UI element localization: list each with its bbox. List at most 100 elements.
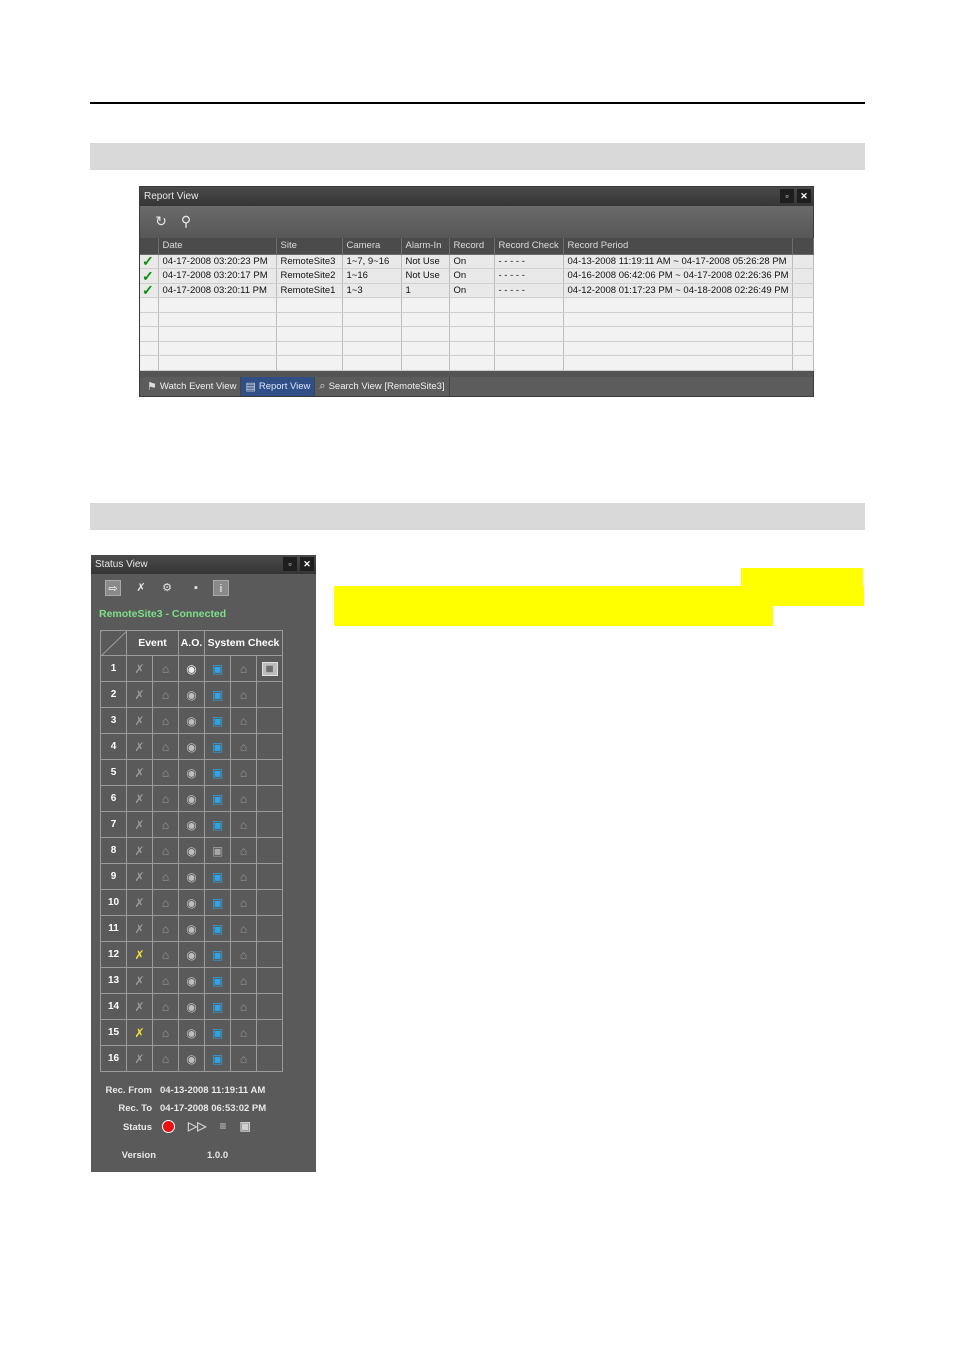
cell-record-period: 04-16-2008 06:42:06 PM ~ 04-17-2008 02:2… [563, 268, 793, 284]
motion-icon: ✗ [134, 713, 145, 728]
speaker-icon: ◉ [186, 1051, 197, 1066]
speaker-icon: ◉ [186, 895, 197, 910]
alarm-bell-icon: ⌂ [161, 817, 170, 832]
alarm-bell-icon: ⌂ [239, 1025, 248, 1040]
pin-icon[interactable]: ▫ [780, 189, 794, 203]
column-header-date[interactable]: Date [158, 238, 277, 255]
alarm-cell: ⌂ [152, 1019, 179, 1046]
trash-icon[interactable]: ▪ [188, 580, 204, 596]
table-row[interactable]: ✓ 04-17-2008 03:20:17 PM RemoteSite2 1~1… [140, 268, 814, 284]
alarm-bell-icon: ⌂ [161, 739, 170, 754]
section-bar-status [90, 503, 865, 530]
version-label: Version [121, 1150, 156, 1161]
column-header-record-check[interactable]: Record Check [494, 238, 564, 255]
ao-cell: ◉ [178, 707, 205, 734]
motion-cell: ✗ [126, 915, 153, 942]
grid-icon: ▦ [261, 661, 278, 676]
alarm-cell: ⌂ [152, 889, 179, 916]
motion-cell: ✗ [126, 785, 153, 812]
system-alarm-cell: ⌂ [230, 811, 257, 838]
status-view-window: Status View ▫ ✕ ⇨ ✗ ⚙ ▪ i RemoteSite3 - … [91, 555, 316, 1172]
report-view-titlebar: Report View ▫ ✕ [140, 187, 813, 206]
camera-icon: ▣ [211, 999, 224, 1014]
extra-cell [256, 993, 283, 1020]
extra-cell [256, 759, 283, 786]
tab-label: Search View [RemoteSite3] [328, 381, 445, 392]
status-toolbar: ⇨ ✗ ⚙ ▪ i [91, 574, 316, 604]
column-header-site[interactable]: Site [276, 238, 343, 255]
close-icon[interactable]: ✕ [300, 557, 314, 571]
motion-event-icon[interactable]: ✗ [133, 580, 149, 596]
channel-row: 3 ✗ ⌂ ◉ ▣ ⌂ [100, 707, 283, 734]
camera-cell: ▣ [204, 863, 231, 890]
user-config-icon[interactable]: ⚙ [159, 580, 175, 596]
highlight-bar [334, 586, 864, 606]
alarm-cell: ⌂ [152, 941, 179, 968]
alarm-bell-icon: ⌂ [161, 843, 170, 858]
ao-cell: ◉ [178, 655, 205, 682]
alarm-bell-icon: ⌂ [239, 661, 248, 676]
ao-cell: ◉ [178, 889, 205, 916]
table-row[interactable]: ✓ 04-17-2008 03:20:23 PM RemoteSite3 1~7… [140, 254, 814, 269]
motion-icon: ✗ [134, 791, 145, 806]
cell-date: 04-17-2008 03:20:23 PM [158, 254, 277, 269]
motion-cell: ✗ [126, 811, 153, 838]
speaker-icon: ◉ [186, 687, 197, 702]
cell-alarm-in: 1 [401, 283, 450, 298]
cell-camera: 1~7, 9~16 [342, 254, 402, 269]
alarm-cell: ⌂ [152, 993, 179, 1020]
extra-cell [256, 785, 283, 812]
speaker-icon: ◉ [186, 765, 197, 780]
report-view-title: Report View [144, 191, 199, 202]
cell-alarm-in: Not Use [401, 254, 450, 269]
table-row[interactable]: ✓ 04-17-2008 03:20:11 PM RemoteSite1 1~3… [140, 283, 814, 298]
camera-icon: ▣ [211, 713, 224, 728]
status-label: Status [122, 1122, 152, 1133]
info-icon[interactable]: i [213, 580, 229, 596]
channel-row: 16 ✗ ⌂ ◉ ▣ ⌂ [100, 1045, 283, 1072]
camera-cell: ▣ [204, 811, 231, 838]
channel-row: 4 ✗ ⌂ ◉ ▣ ⌂ [100, 733, 283, 760]
channel-number: 2 [100, 681, 127, 708]
alarm-bell-icon: ⌂ [239, 817, 248, 832]
ao-cell: ◉ [178, 811, 205, 838]
tab-search-view[interactable]: ⌕ Search View [RemoteSite3] [315, 377, 450, 396]
ao-cell: ◉ [178, 733, 205, 760]
channel-number: 8 [100, 837, 127, 864]
close-icon[interactable]: ✕ [797, 189, 811, 203]
column-header-record-period[interactable]: Record Period [563, 238, 793, 255]
alarm-bell-icon: ⌂ [239, 843, 248, 858]
pin-icon[interactable]: ▫ [283, 557, 297, 571]
alarm-bell-icon: ⌂ [161, 765, 170, 780]
speaker-icon: ◉ [186, 843, 197, 858]
cell-record: On [449, 254, 495, 269]
system-alarm-cell: ⌂ [230, 785, 257, 812]
ao-cell: ◉ [178, 915, 205, 942]
ao-cell: ◉ [178, 681, 205, 708]
alarm-cell: ⌂ [152, 785, 179, 812]
channel-number: 4 [100, 733, 127, 760]
alarm-bell-icon: ⌂ [161, 895, 170, 910]
motion-icon: ✗ [134, 661, 145, 676]
motion-cell: ✗ [126, 733, 153, 760]
channel-row: 14 ✗ ⌂ ◉ ▣ ⌂ [100, 993, 283, 1020]
alarm-bell-icon: ⌂ [161, 999, 170, 1014]
cell-camera: 1~3 [342, 283, 402, 298]
column-header-alarm-in[interactable]: Alarm-In [401, 238, 450, 255]
playback-icon: ▷▷ [188, 1119, 207, 1133]
refresh-icon[interactable]: ↻ [152, 212, 170, 230]
motion-icon: ✗ [134, 999, 145, 1014]
extra-cell [256, 811, 283, 838]
channel-number: 11 [100, 915, 127, 942]
ao-cell: ◉ [178, 941, 205, 968]
running-man-icon: ⚑ [147, 381, 157, 393]
column-header-record[interactable]: Record [449, 238, 495, 255]
speaker-icon: ◉ [186, 739, 197, 754]
tab-report-view[interactable]: ▤ Report View [241, 377, 316, 396]
search-user-icon[interactable]: ⚲ [177, 212, 195, 230]
camera-icon: ▣ [211, 739, 224, 754]
tab-watch-event-view[interactable]: ⚑ Watch Event View [143, 377, 242, 396]
column-header-camera[interactable]: Camera [342, 238, 402, 255]
column-header-check[interactable] [140, 238, 159, 255]
connect-icon[interactable]: ⇨ [105, 580, 121, 596]
